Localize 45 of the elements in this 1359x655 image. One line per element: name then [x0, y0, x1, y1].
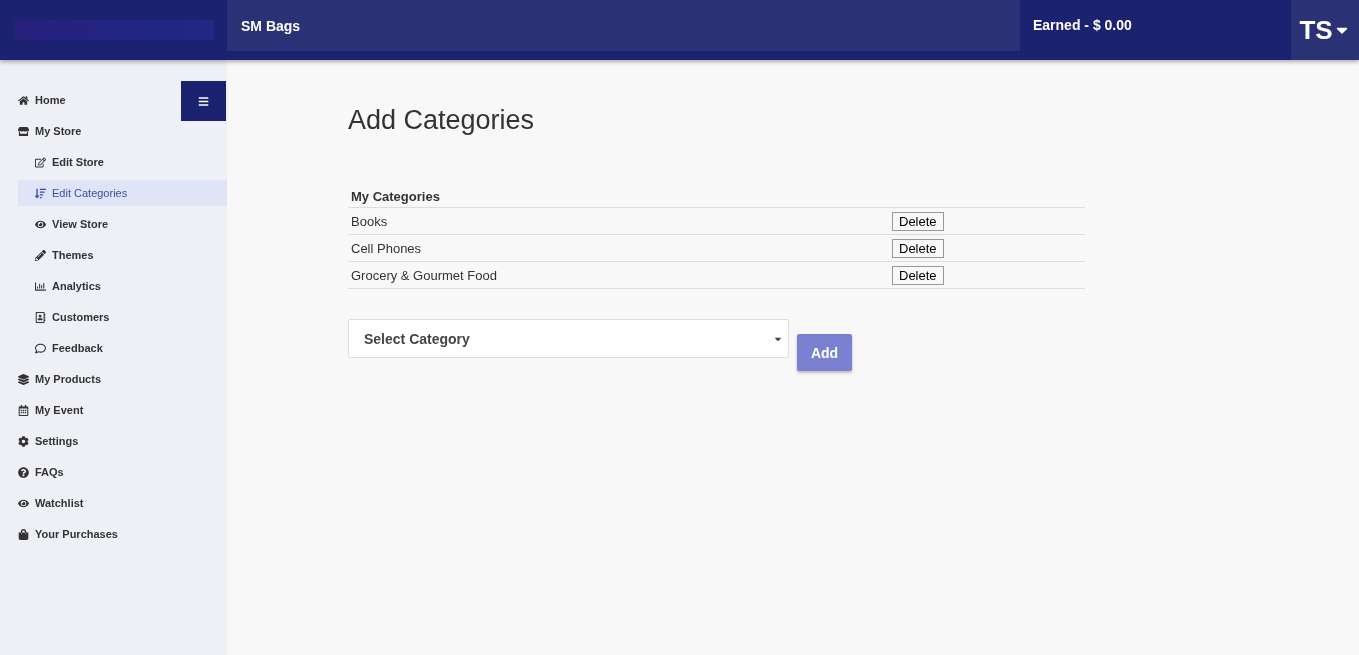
eye-icon [35, 218, 46, 230]
help-icon [18, 466, 29, 478]
pencil-icon [35, 249, 46, 261]
bar-chart-icon [35, 280, 46, 292]
delete-button[interactable]: Delete [892, 265, 944, 285]
sort-icon [35, 187, 46, 199]
home-icon [18, 94, 29, 106]
sidebar-item[interactable]: Settings [18, 428, 227, 454]
store-name: SM Bags [241, 17, 301, 34]
table-cell: Books [348, 207, 889, 235]
select-field[interactable]: Select Category [348, 319, 789, 358]
sidebar-item[interactable]: My Store [18, 118, 227, 144]
sidebar-item[interactable]: Home [18, 87, 227, 113]
sidebar-item[interactable]: Edit Store [18, 149, 227, 175]
sidebar-item[interactable]: Analytics [18, 273, 227, 299]
sidebar-item[interactable]: My Products [18, 366, 227, 392]
speech-bubble-icon [35, 342, 46, 354]
layers-icon [18, 373, 29, 385]
edit-icon [35, 156, 46, 168]
sidebar-item[interactable]: View Store [18, 211, 227, 237]
menu-icon [198, 95, 209, 107]
sidebar-item[interactable]: My Event [18, 397, 227, 423]
sidebar-item[interactable]: Themes [18, 242, 227, 268]
add-button[interactable]: Add [797, 334, 852, 371]
table-cell: Cell Phones [348, 234, 889, 262]
earnings-text: Earned - $ 0.00 [1033, 17, 1132, 34]
settings-icon [18, 435, 29, 447]
column-header: My Categories [348, 186, 1085, 208]
menu-button[interactable] [181, 81, 226, 121]
sidebar-item[interactable]: Edit Categories [18, 180, 227, 206]
shopping-bag-icon [18, 528, 29, 540]
contact-card-icon [35, 311, 46, 323]
sidebar-item[interactable]: FAQs [18, 459, 227, 485]
calendar-icon [18, 404, 29, 416]
user-menu-button[interactable]: TS [1291, 0, 1359, 60]
sidebar-item[interactable]: Watchlist [18, 490, 227, 516]
table-cell: Grocery & Gourmet Food [348, 261, 889, 289]
eye-icon [18, 497, 29, 509]
page-title: Add Categories [348, 105, 536, 136]
sidebar-item[interactable]: Feedback [18, 335, 227, 361]
sidebar-item[interactable]: Your Purchases [18, 521, 227, 547]
delete-button[interactable]: Delete [892, 238, 944, 258]
store-icon [18, 125, 29, 137]
sidebar-item[interactable]: Customers [18, 304, 227, 330]
delete-button[interactable]: Delete [892, 211, 944, 231]
